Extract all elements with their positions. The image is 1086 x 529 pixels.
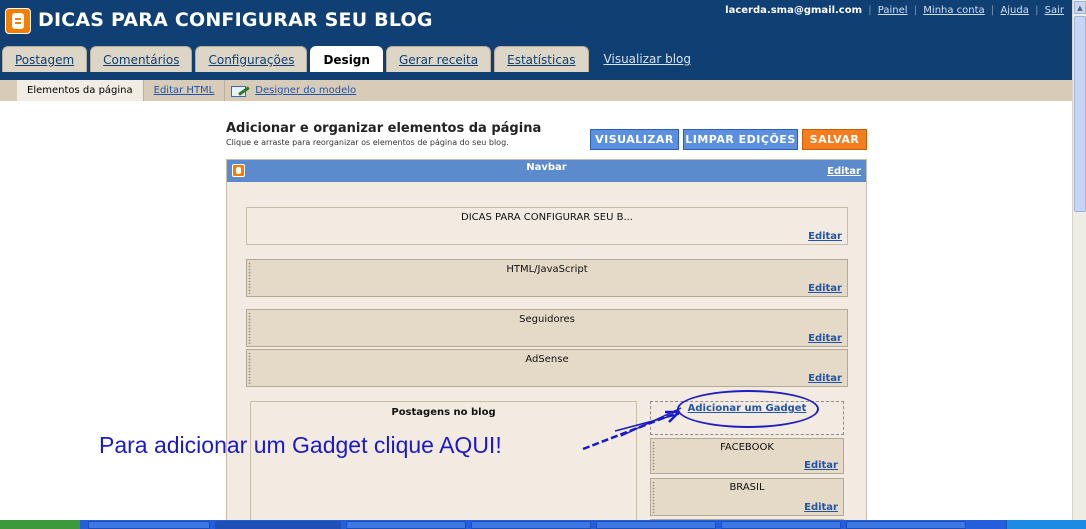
tab-postagem[interactable]: Postagem — [2, 46, 88, 72]
link-painel[interactable]: Painel — [878, 5, 908, 16]
main-tabs: Postagem Comentários Configurações Desig… — [2, 46, 704, 72]
page-heading: Adicionar e organizar elementos da págin… — [226, 121, 542, 136]
tab-gerar-receita[interactable]: Gerar receita — [385, 46, 492, 72]
subnav-elementos-pagina[interactable]: Elementos da página — [17, 80, 144, 101]
taskbar-item[interactable] — [471, 521, 591, 529]
sub-navigation: Elementos da página Editar HTML Designer… — [0, 80, 1072, 101]
gadget-html-javascript[interactable]: HTML/JavaScript Editar — [246, 259, 848, 297]
top-header: DICAS PARA CONFIGURAR SEU BLOG lacerda.s… — [0, 0, 1072, 80]
gadget-edit-link[interactable]: Editar — [808, 333, 842, 344]
visualizar-button[interactable]: VISUALIZAR — [590, 129, 679, 150]
blogger-design-page: DICAS PARA CONFIGURAR SEU BLOG lacerda.s… — [0, 0, 1086, 529]
system-tray — [1006, 520, 1086, 529]
scroll-thumb[interactable] — [1074, 16, 1086, 212]
designer-pencil-icon — [231, 84, 251, 98]
taskbar-item[interactable] — [88, 521, 210, 529]
vertical-scrollbar[interactable]: ▲ — [1072, 0, 1086, 520]
header-gadget[interactable]: DICAS PARA CONFIGURAR SEU B... Editar — [246, 207, 848, 245]
annotation-arrow-icon — [582, 407, 682, 451]
header-gadget-label: DICAS PARA CONFIGURAR SEU B... — [461, 212, 633, 223]
subnav-designer-modelo[interactable]: Designer do modelo — [225, 80, 366, 101]
tab-configuracoes[interactable]: Configurações — [195, 46, 308, 72]
taskbar-item[interactable] — [215, 521, 341, 529]
gadget-edit-link[interactable]: Editar — [804, 502, 838, 513]
annotation-text: Para adicionar um Gadget clique AQUI! — [99, 432, 502, 458]
gadget-label: HTML/JavaScript — [506, 264, 588, 275]
scroll-up-icon[interactable]: ▲ — [1074, 1, 1086, 14]
salvar-button[interactable]: SALVAR — [802, 129, 867, 150]
gadget-edit-link[interactable]: Editar — [808, 283, 842, 294]
gadget-adsense[interactable]: AdSense Editar — [246, 349, 848, 387]
start-button[interactable] — [0, 520, 80, 529]
link-ajuda[interactable]: Ajuda — [1000, 5, 1028, 16]
tab-design[interactable]: Design — [310, 46, 383, 72]
layout-editor: Navbar Editar DICAS PARA CONFIGURAR SEU … — [226, 159, 867, 529]
gadget-edit-link[interactable]: Editar — [808, 373, 842, 384]
gadget-seguidores[interactable]: Seguidores Editar — [246, 309, 848, 347]
view-blog-link[interactable]: Visualizar blog — [592, 46, 701, 72]
navbar-label: Navbar — [526, 162, 567, 173]
gadget-label: AdSense — [525, 354, 569, 365]
taskbar-item[interactable] — [721, 521, 841, 529]
highlight-circle — [677, 390, 819, 428]
gadget-label: Seguidores — [519, 314, 575, 325]
blogger-logo-icon[interactable] — [5, 8, 31, 34]
tab-comentarios[interactable]: Comentários — [90, 46, 193, 72]
page-subheading: Clique e arraste para reorganizar os ele… — [226, 138, 509, 147]
header-gadget-edit-link[interactable]: Editar — [808, 231, 842, 242]
link-minha-conta[interactable]: Minha conta — [923, 5, 984, 16]
user-links: lacerda.sma@gmail.com | Painel | Minha c… — [725, 5, 1064, 16]
subnav-designer-label: Designer do modelo — [255, 85, 357, 96]
subnav-editar-html[interactable]: Editar HTML — [144, 80, 226, 101]
navbar-gadget: Navbar Editar — [227, 160, 866, 182]
taskbar-item[interactable] — [596, 521, 716, 529]
limpar-edicoes-button[interactable]: LIMPAR EDIÇÕES — [683, 129, 798, 150]
os-taskbar — [0, 520, 1086, 529]
blog-title: DICAS PARA CONFIGURAR SEU BLOG — [38, 9, 433, 31]
gadget-brasil[interactable]: BRASIL Editar — [650, 478, 844, 516]
user-email: lacerda.sma@gmail.com — [725, 5, 863, 16]
gadget-edit-link[interactable]: Editar — [804, 460, 838, 471]
tab-estatisticas[interactable]: Estatísticas — [494, 46, 589, 72]
gadget-label: BRASIL — [729, 482, 765, 493]
navbar-edit-link[interactable]: Editar — [827, 166, 861, 177]
taskbar-item[interactable] — [346, 521, 466, 529]
taskbar-item[interactable] — [846, 521, 966, 529]
link-sair[interactable]: Sair — [1045, 5, 1064, 16]
